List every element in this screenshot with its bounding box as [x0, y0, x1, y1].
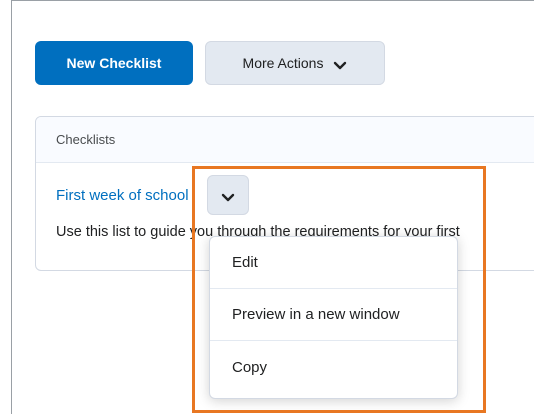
chevron-down-icon [333, 58, 347, 70]
new-checklist-button[interactable]: New Checklist [35, 41, 193, 85]
more-actions-label: More Actions [242, 55, 324, 71]
checklist-context-menu-button[interactable] [207, 175, 249, 215]
menu-item-edit[interactable]: Edit [210, 237, 457, 289]
context-menu: Edit Preview in a new window Copy [209, 236, 458, 399]
more-actions-button[interactable]: More Actions [205, 41, 385, 85]
checklist-link[interactable]: First week of school [56, 187, 189, 204]
app-frame: New Checklist More Actions Checklists Fi… [11, 0, 534, 414]
chevron-down-icon [221, 190, 235, 202]
menu-item-copy[interactable]: Copy [210, 341, 457, 393]
menu-item-preview[interactable]: Preview in a new window [210, 289, 457, 341]
panel-header: Checklists [36, 117, 534, 163]
